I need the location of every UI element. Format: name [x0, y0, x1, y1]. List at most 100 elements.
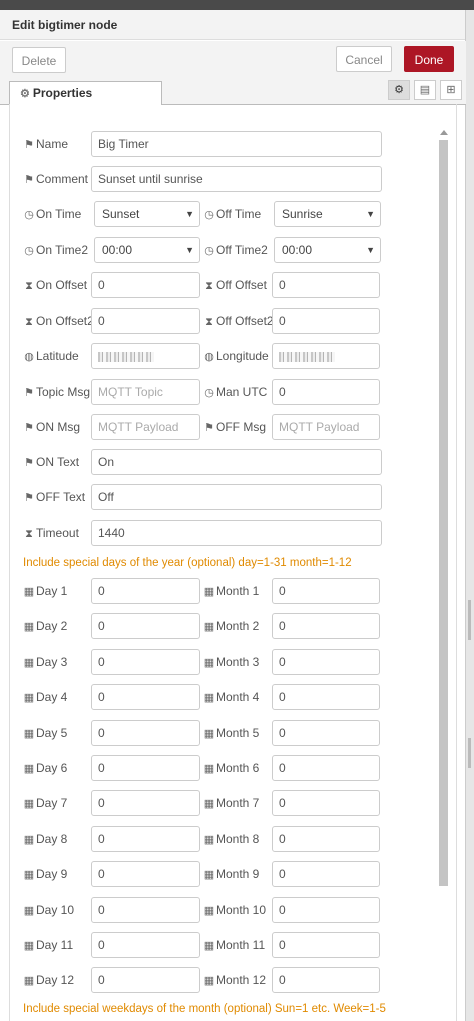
tag-icon: ⚑ [24, 492, 34, 504]
day-label-text: Day 4 [36, 690, 68, 705]
cancel-button[interactable]: Cancel [336, 46, 392, 72]
latitude-input[interactable] [91, 343, 200, 369]
off-time2-select[interactable]: 00:00 ▼ [274, 237, 381, 263]
man-utc-input[interactable]: 0 [272, 379, 380, 405]
day-label-text: Day 3 [36, 654, 68, 669]
month-label: ▦ Month 6 [203, 761, 260, 776]
month-input[interactable]: 0 [272, 932, 380, 958]
timeout-input[interactable]: 1440 [91, 520, 382, 546]
globe-icon: ◍ [204, 351, 214, 363]
calendar-icon: ▦ [203, 692, 215, 705]
day-input[interactable]: 0 [91, 896, 200, 923]
tag-icon: ⚑ [24, 457, 34, 469]
longitude-input[interactable] [272, 343, 380, 369]
vertical-scrollbar[interactable] [439, 130, 448, 1021]
off-time-select[interactable]: Sunrise ▼ [274, 201, 381, 227]
clock-icon: ◷ [24, 245, 34, 257]
button-row: Delete Cancel Done [0, 41, 466, 77]
special-weekdays-note: Include special weekdays of the month (o… [23, 1003, 386, 1015]
topic-msg-label-text: Topic Msg [36, 385, 91, 399]
chevron-down-icon: ▼ [185, 245, 194, 255]
day-input[interactable]: 0 [91, 932, 200, 958]
day-label-text: Day 5 [36, 725, 68, 740]
on-text-input[interactable]: On [91, 449, 382, 475]
day-label: ▦ Day 1 [23, 584, 68, 599]
on-time2-select[interactable]: 00:00 ▼ [94, 237, 200, 263]
on-msg-input[interactable]: MQTT Payload [91, 414, 200, 440]
month-input[interactable]: 0 [272, 967, 380, 994]
day-label: ▦ Day 5 [23, 725, 68, 741]
month-input[interactable]: 0 [272, 861, 380, 888]
month-input[interactable]: 0 [272, 613, 380, 640]
latitude-label: ◍ Latitude [23, 349, 79, 364]
on-time-label-text: On Time [36, 207, 82, 221]
chevron-down-icon: ▼ [366, 209, 375, 219]
comment-input[interactable]: Sunset until sunrise [91, 166, 382, 192]
month-input[interactable]: 0 [272, 684, 380, 711]
month-label: ▦ Month 3 [203, 654, 260, 670]
month-label-text: Month 2 [216, 619, 260, 634]
resize-edge[interactable] [465, 10, 474, 1021]
month-input[interactable]: 0 [272, 825, 380, 852]
day-label: ▦ Day 11 [23, 938, 73, 953]
on-time-select[interactable]: Sunset ▼ [94, 201, 200, 227]
calendar-icon: ▦ [23, 586, 35, 598]
month-label-text: Month 1 [216, 584, 260, 598]
calendar-icon: ▦ [203, 833, 215, 846]
calendar-icon: ▦ [23, 904, 35, 917]
off-msg-input[interactable]: MQTT Payload [272, 414, 380, 440]
off-text-label: ⚑ OFF Text [23, 490, 85, 505]
calendar-icon: ▦ [203, 975, 215, 988]
day-label-text: Day 8 [36, 831, 68, 846]
month-label: ▦ Month 11 [203, 938, 265, 953]
month-input[interactable]: 0 [272, 896, 380, 923]
day-label: ▦ Day 7 [23, 796, 68, 811]
calendar-icon: ▦ [23, 692, 35, 705]
done-button[interactable]: Done [404, 46, 454, 72]
on-msg-label-text: ON Msg [36, 420, 81, 434]
month-label-text: Month 3 [216, 654, 260, 669]
topic-msg-input[interactable]: MQTT Topic [91, 379, 200, 405]
description-tab-icon[interactable]: ▤ [414, 80, 436, 100]
calendar-icon: ▦ [203, 904, 215, 917]
scroll-up-arrow-icon[interactable] [440, 130, 448, 135]
on-offset-input[interactable]: 0 [91, 272, 200, 298]
resize-grip[interactable] [468, 600, 471, 640]
scrollbar-thumb[interactable] [439, 140, 448, 886]
month-input[interactable]: 0 [272, 790, 380, 817]
day-input[interactable]: 0 [91, 719, 200, 746]
day-input[interactable]: 0 [91, 790, 200, 817]
calendar-icon: ▦ [23, 869, 35, 882]
day-input[interactable]: 0 [91, 967, 200, 994]
calendar-icon: ▦ [23, 656, 35, 669]
tab-properties[interactable]: ⚙ Properties [9, 81, 162, 105]
off-offset2-label-text: Off Offset2 [216, 314, 274, 328]
off-offset2-input[interactable]: 0 [272, 308, 380, 334]
day-input[interactable]: 0 [91, 613, 200, 640]
month-input[interactable]: 0 [272, 719, 380, 746]
name-input[interactable]: Big Timer [91, 131, 382, 157]
on-offset2-input[interactable]: 0 [91, 308, 200, 334]
month-input[interactable]: 0 [272, 578, 380, 604]
resize-grip-lower[interactable] [468, 738, 471, 768]
day-input[interactable]: 0 [91, 684, 200, 711]
delete-button[interactable]: Delete [12, 47, 66, 73]
day-input[interactable]: 0 [91, 755, 200, 781]
day-input[interactable]: 0 [91, 648, 200, 675]
day-label: ▦ Day 2 [23, 619, 68, 634]
day-label-text: Day 6 [36, 761, 68, 775]
off-offset-input[interactable]: 0 [272, 272, 380, 298]
day-input[interactable]: 0 [91, 861, 200, 888]
appearance-tab-icon[interactable]: ⊞ [440, 80, 462, 100]
settings-tab-icon[interactable]: ⚙ [388, 80, 410, 100]
calendar-icon: ▦ [203, 798, 215, 811]
month-input[interactable]: 0 [272, 648, 380, 675]
day-input[interactable]: 0 [91, 578, 200, 604]
off-text-input[interactable]: Off [91, 484, 382, 510]
month-input[interactable]: 0 [272, 755, 380, 781]
day-input[interactable]: 0 [91, 825, 200, 852]
off-offset-label: ⧗ Off Offset [203, 278, 267, 293]
off-offset2-label: ⧗ Off Offset2 [203, 314, 274, 329]
calendar-icon: ▦ [203, 656, 215, 669]
hourglass-icon: ⧗ [25, 528, 33, 540]
